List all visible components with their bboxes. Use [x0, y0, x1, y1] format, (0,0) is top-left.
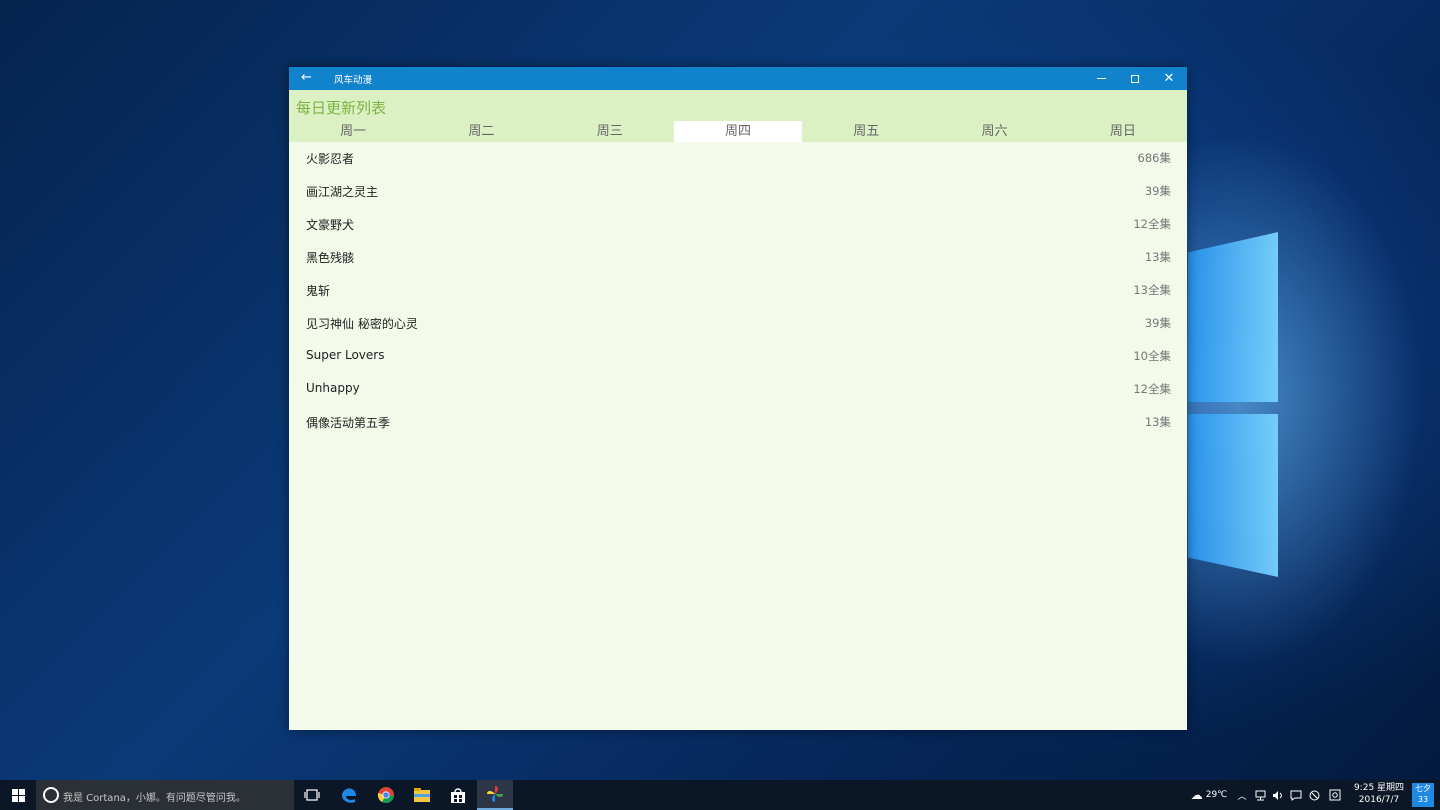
store-taskbar-button[interactable] [440, 780, 476, 810]
minimize-icon [1096, 78, 1106, 79]
tab-tuesday[interactable]: 周二 [417, 121, 545, 142]
tab-wednesday[interactable]: 周三 [546, 121, 674, 142]
pinwheel-app-icon [487, 786, 503, 802]
edge-icon [342, 788, 356, 803]
list-item[interactable]: 火影忍者 686集 [289, 142, 1187, 175]
episode-count: 39集 [1144, 184, 1171, 198]
pinwheel-app-taskbar-button[interactable] [477, 780, 513, 810]
back-arrow-icon[interactable]: ← [301, 70, 312, 86]
list-item[interactable]: 见习神仙 秘密的心灵 39集 [289, 307, 1187, 340]
anime-title: Unhappy [306, 381, 360, 395]
episode-count: 13集 [1144, 250, 1171, 264]
anime-title: 黑色残骸 [306, 251, 355, 265]
ime-button[interactable] [1306, 780, 1322, 810]
episode-count: 686集 [1137, 151, 1171, 165]
ime-icon [1309, 790, 1319, 800]
taskbar: 我是 Cortana，小娜。有问题尽管问我。 ☁ 29℃ ︿ 9:25 星期四 … [0, 780, 1440, 810]
notification-badge[interactable]: 七夕 33 [1412, 783, 1434, 807]
episode-count: 13集 [1144, 415, 1171, 429]
chevron-up-icon: ︿ [1237, 791, 1247, 802]
tab-saturday[interactable]: 周六 [930, 121, 1058, 142]
desktop-windows-logo [1188, 232, 1280, 577]
input-method-indicator[interactable] [1326, 780, 1344, 810]
store-icon [451, 787, 465, 803]
weather-tray[interactable]: ☁ 29℃ [1186, 780, 1232, 810]
anime-title: 文豪野犬 [306, 218, 355, 232]
page-title: 每日更新列表 [296, 99, 387, 117]
header: 每日更新列表 周一 周二 周三 周四 周五 周六 周日 [289, 90, 1187, 142]
windows-logo-icon [11, 788, 25, 802]
chrome-taskbar-button[interactable] [368, 780, 404, 810]
network-icon [1255, 790, 1266, 800]
notification-line1: 七夕 [1415, 784, 1431, 793]
list-item[interactable]: 偶像活动第五季 13集 [289, 406, 1187, 439]
episode-count: 12全集 [1133, 382, 1171, 396]
episode-count: 39集 [1144, 316, 1171, 330]
edge-taskbar-button[interactable] [331, 780, 367, 810]
anime-title: 见习神仙 秘密的心灵 [306, 317, 418, 331]
anime-title: 画江湖之灵主 [306, 185, 379, 199]
tab-thursday[interactable]: 周四 [673, 121, 803, 142]
list-item[interactable]: 文豪野犬 12全集 [289, 208, 1187, 241]
cortana-icon [43, 787, 59, 803]
action-center-button[interactable] [1288, 780, 1304, 810]
title-bar: ← 风车动漫 ✕ [289, 67, 1187, 90]
anime-list: 火影忍者 686集 画江湖之灵主 39集 文豪野犬 12全集 黑色残骸 13集 … [289, 142, 1187, 439]
anime-title: 鬼斩 [306, 284, 331, 298]
episode-count: 13全集 [1133, 283, 1171, 297]
close-button[interactable]: ✕ [1152, 67, 1186, 90]
list-item[interactable]: 黑色残骸 13集 [289, 241, 1187, 274]
window-title: 风车动漫 [334, 75, 373, 86]
volume-button[interactable] [1270, 780, 1286, 810]
episode-count: 10全集 [1133, 349, 1171, 363]
weekday-tabs: 周一 周二 周三 周四 周五 周六 周日 [289, 121, 1187, 142]
start-button[interactable] [0, 780, 36, 810]
volume-icon [1273, 790, 1282, 800]
clock-date: 2016/7/7 [1358, 795, 1400, 805]
maximize-icon [1131, 74, 1139, 83]
list-item[interactable]: 画江湖之灵主 39集 [289, 175, 1187, 208]
weather-icon: ☁ [1190, 788, 1203, 802]
cortana-search-box[interactable]: 我是 Cortana，小娜。有问题尽管问我。 [36, 780, 294, 810]
temperature: 29℃ [1205, 790, 1228, 800]
list-item[interactable]: 鬼斩 13全集 [289, 274, 1187, 307]
anime-title: 火影忍者 [306, 152, 355, 166]
maximize-button[interactable] [1118, 67, 1152, 90]
close-icon: ✕ [1163, 71, 1175, 86]
task-view-icon [304, 789, 320, 801]
show-hidden-icons-button[interactable]: ︿ [1234, 780, 1250, 810]
tab-sunday[interactable]: 周日 [1059, 121, 1187, 142]
network-button[interactable] [1252, 780, 1268, 810]
app-window: ← 风车动漫 ✕ 每日更新列表 周一 周二 周三 周四 周五 周六 周日 火影忍… [289, 67, 1187, 730]
file-explorer-taskbar-button[interactable] [404, 780, 440, 810]
tab-friday[interactable]: 周五 [802, 121, 930, 142]
notification-line2: 33 [1417, 795, 1429, 804]
anime-title: Super Lovers [306, 348, 385, 362]
minimize-button[interactable] [1084, 67, 1118, 90]
search-placeholder: 我是 Cortana，小娜。有问题尽管问我。 [63, 793, 246, 804]
list-item[interactable]: Super Lovers 10全集 [289, 340, 1187, 373]
chrome-icon [377, 787, 394, 804]
list-item[interactable]: Unhappy 12全集 [289, 373, 1187, 406]
clock-time: 9:25 星期四 [1353, 783, 1405, 793]
action-center-icon [1290, 790, 1302, 801]
episode-count: 12全集 [1133, 217, 1171, 231]
file-explorer-icon [414, 787, 430, 802]
tab-monday[interactable]: 周一 [289, 121, 417, 142]
anime-title: 偶像活动第五季 [306, 416, 391, 430]
keyboard-icon [1329, 789, 1341, 801]
task-view-button[interactable] [294, 780, 330, 810]
clock[interactable]: 9:25 星期四 2016/7/7 [1350, 782, 1408, 806]
